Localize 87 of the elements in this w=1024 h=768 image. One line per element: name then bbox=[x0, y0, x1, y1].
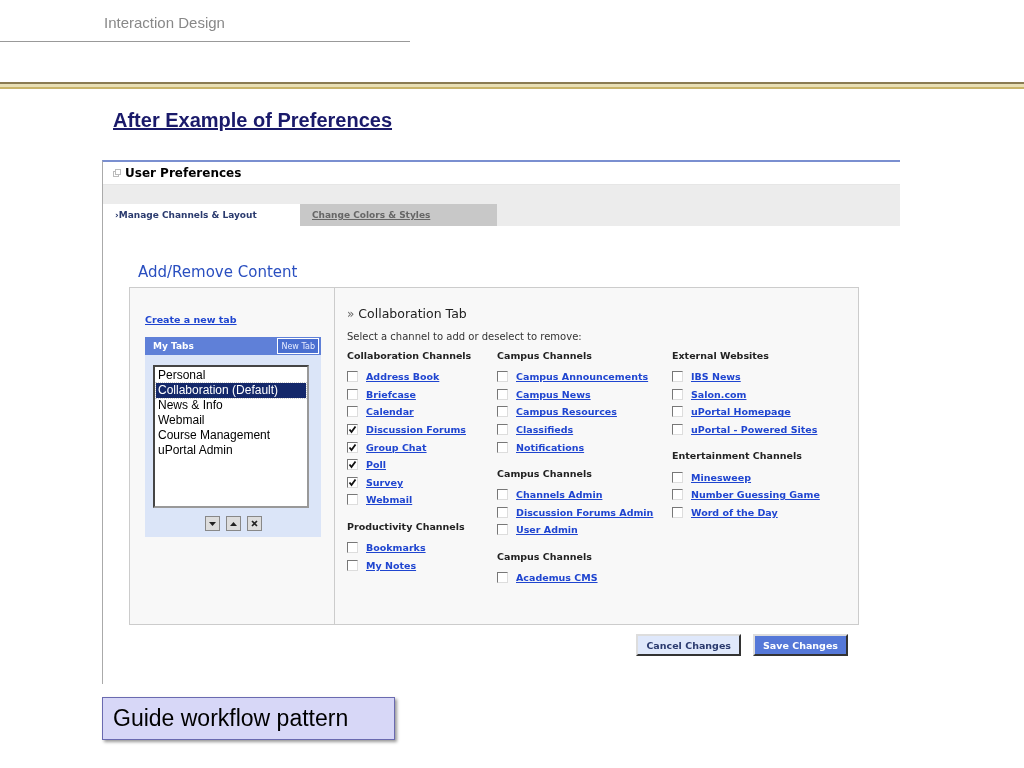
channel-link[interactable]: Group Chat bbox=[366, 441, 427, 453]
checkbox[interactable] bbox=[347, 459, 358, 471]
checkbox[interactable] bbox=[672, 406, 683, 418]
checkbox[interactable] bbox=[497, 441, 508, 453]
group-title: Campus Channels bbox=[497, 349, 593, 363]
checkbox[interactable] bbox=[347, 371, 358, 383]
up-arrow-icon bbox=[229, 521, 237, 526]
checkbox[interactable] bbox=[347, 441, 358, 453]
group-title: External Websites bbox=[672, 349, 770, 363]
checkbox[interactable] bbox=[497, 572, 508, 584]
channel-link[interactable]: IBS News bbox=[691, 371, 741, 383]
channel-link[interactable]: My Notes bbox=[366, 559, 417, 571]
my-tabs-title: My Tabs bbox=[153, 341, 194, 351]
checkbox[interactable] bbox=[347, 542, 358, 554]
group-title: Campus Channels bbox=[497, 466, 593, 481]
channel-link[interactable]: Discussion Forums Admin bbox=[516, 506, 654, 518]
group-title: Productivity Channels bbox=[347, 519, 466, 534]
channel-link[interactable]: Campus Announcements bbox=[516, 371, 649, 383]
section-title: Add/Remove Content bbox=[138, 263, 298, 281]
checkbox[interactable] bbox=[497, 489, 508, 501]
checkbox[interactable] bbox=[672, 371, 683, 383]
channel-link[interactable]: User Admin bbox=[516, 524, 578, 536]
channel-link[interactable]: Webmail bbox=[366, 494, 413, 506]
checkbox[interactable] bbox=[497, 506, 508, 518]
checkbox[interactable] bbox=[347, 424, 358, 436]
double-chevron-icon: » bbox=[347, 306, 355, 321]
channel-link[interactable]: Calendar bbox=[366, 406, 414, 418]
close-icon bbox=[250, 520, 258, 527]
cancel-button[interactable]: Cancel Changes bbox=[636, 634, 741, 656]
channel-link[interactable]: Discussion Forums bbox=[366, 424, 466, 436]
save-button[interactable]: Save Changes bbox=[753, 634, 848, 656]
caption-box: Guide workflow pattern bbox=[102, 697, 395, 740]
window-icon bbox=[113, 169, 121, 177]
group-title: Campus Channels bbox=[497, 549, 593, 564]
checkbox[interactable] bbox=[347, 476, 358, 488]
checkbox[interactable] bbox=[672, 424, 683, 436]
checkbox[interactable] bbox=[672, 388, 683, 400]
tab-list-item[interactable]: Collaboration (Default) bbox=[156, 383, 306, 398]
tab-list-item[interactable]: Personal bbox=[156, 368, 306, 383]
channel-link[interactable]: Briefcase bbox=[366, 388, 416, 400]
tab[interactable]: ›Manage Channels & Layout bbox=[103, 204, 300, 226]
move-down-button[interactable] bbox=[204, 516, 220, 531]
channel-link[interactable]: Academus CMS bbox=[516, 572, 598, 584]
channel-link[interactable]: Word of the Day bbox=[691, 506, 778, 518]
channel-link[interactable]: Number Guessing Game bbox=[691, 489, 820, 501]
down-arrow-icon bbox=[208, 521, 216, 526]
checkbox[interactable] bbox=[672, 489, 683, 501]
create-tab-link[interactable]: Create a new tab bbox=[145, 314, 237, 325]
move-up-button[interactable] bbox=[225, 516, 241, 531]
channel-link[interactable]: uPortal Homepage bbox=[691, 406, 791, 418]
channel-link[interactable]: Salon.com bbox=[691, 388, 747, 400]
tab-list-item[interactable]: Course Management bbox=[156, 428, 306, 443]
delete-button[interactable] bbox=[246, 516, 262, 531]
channel-link[interactable]: Survey bbox=[366, 476, 404, 488]
channel-link[interactable]: uPortal - Powered Sites bbox=[691, 424, 818, 436]
tab-list-item[interactable]: uPortal Admin bbox=[156, 443, 306, 458]
tab-list-item[interactable]: Webmail bbox=[156, 413, 306, 428]
channel-link[interactable]: Channels Admin bbox=[516, 489, 603, 501]
channel-link[interactable]: Campus Resources bbox=[516, 406, 617, 418]
checkbox[interactable] bbox=[497, 424, 508, 436]
channel-link[interactable]: Poll bbox=[366, 459, 386, 471]
checkbox[interactable] bbox=[672, 471, 683, 483]
checkbox[interactable] bbox=[497, 371, 508, 383]
channel-link[interactable]: Classifieds bbox=[516, 424, 574, 436]
instruction-text: Select a channel to add or deselect to remove: bbox=[347, 331, 583, 342]
checkbox[interactable] bbox=[497, 524, 508, 536]
channel-link[interactable]: Address Book bbox=[366, 371, 440, 383]
checkbox[interactable] bbox=[497, 388, 508, 400]
checkbox[interactable] bbox=[347, 406, 358, 418]
channel-link[interactable]: Notifications bbox=[516, 441, 585, 453]
group-title: Collaboration Channels bbox=[347, 349, 473, 363]
tab-heading: Collaboration Tab bbox=[358, 306, 467, 321]
checkbox[interactable] bbox=[347, 559, 358, 571]
portal-title: User Preferences bbox=[125, 166, 242, 180]
checkbox[interactable] bbox=[672, 506, 683, 518]
checkbox[interactable] bbox=[347, 494, 358, 506]
slide-header: Interaction Design bbox=[104, 14, 225, 31]
tab-list[interactable]: Personal Collaboration (Default) News & Info Webmail Course Management uPortal Admin bbox=[153, 365, 309, 508]
checkbox[interactable] bbox=[347, 388, 358, 400]
tab-list-item[interactable]: News & Info bbox=[156, 398, 306, 413]
channel-link[interactable]: Bookmarks bbox=[366, 542, 426, 554]
channel-link[interactable]: Campus News bbox=[516, 388, 591, 400]
channel-link[interactable]: Minesweep bbox=[691, 471, 752, 483]
new-tab-button[interactable]: New Tab bbox=[277, 338, 319, 354]
slide-title: After Example of Preferences bbox=[113, 109, 392, 132]
group-title: Entertainment Channels bbox=[672, 449, 803, 464]
checkbox[interactable] bbox=[497, 406, 508, 418]
